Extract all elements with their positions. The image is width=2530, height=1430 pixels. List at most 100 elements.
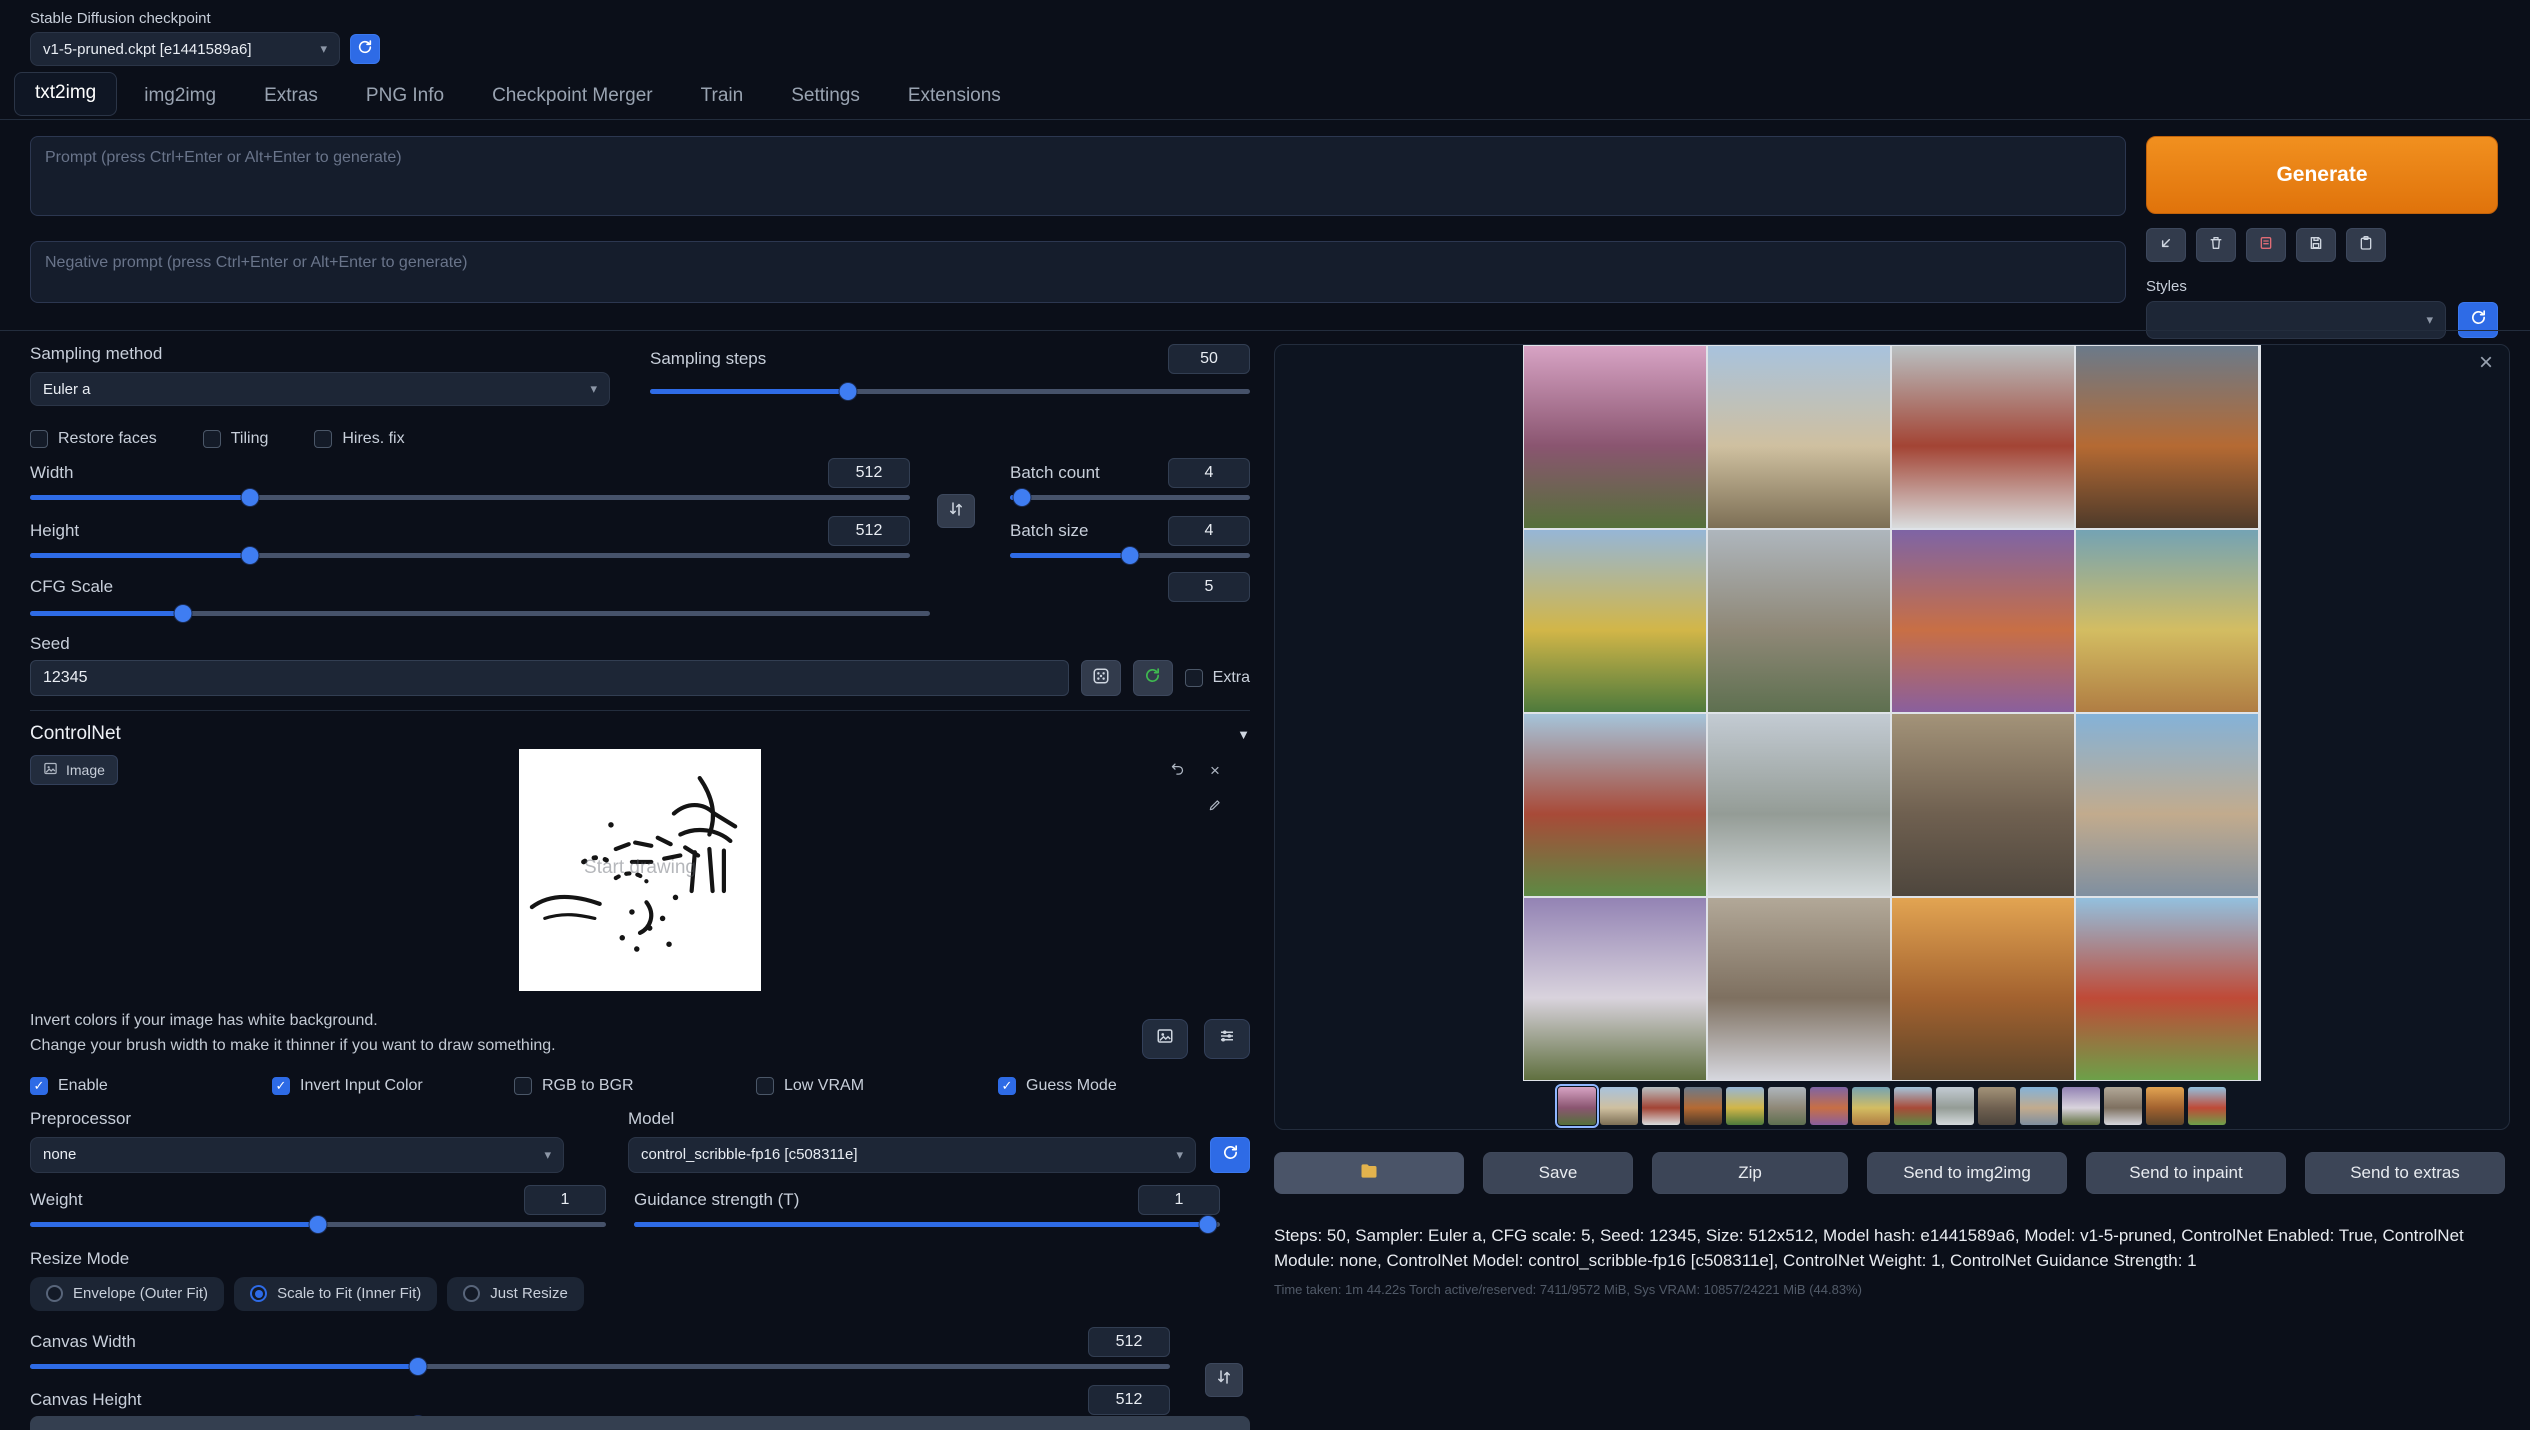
gallery-thumbnail[interactable]	[1642, 1087, 1680, 1125]
swap-canvas-dimensions-button[interactable]	[1205, 1363, 1243, 1397]
guess-mode-checkbox[interactable]: ✓ Guess Mode	[998, 1077, 1117, 1095]
generate-button[interactable]: Generate	[2146, 136, 2498, 214]
gallery-image[interactable]	[1708, 898, 1890, 1080]
tab-png-info[interactable]: PNG Info	[345, 75, 465, 119]
gallery-thumbnail[interactable]	[1852, 1087, 1890, 1125]
weight-slider[interactable]	[30, 1215, 606, 1233]
invert-input-color-checkbox[interactable]: ✓ Invert Input Color	[272, 1077, 514, 1095]
resize-option-just-resize[interactable]: Just Resize	[447, 1277, 584, 1311]
tab-extras[interactable]: Extras	[243, 75, 339, 119]
width-value[interactable]: 512	[828, 458, 910, 488]
send-to-extras-button[interactable]: Send to extras	[2305, 1152, 2505, 1194]
styles-dropdown[interactable]: ▾	[2146, 301, 2446, 339]
canvas-height-value[interactable]: 512	[1088, 1385, 1170, 1415]
read-params-button[interactable]	[2146, 228, 2186, 262]
canvas-width-value[interactable]: 512	[1088, 1327, 1170, 1357]
seed-extra-checkbox[interactable]: Extra	[1185, 669, 1250, 687]
refresh-styles-button[interactable]	[2458, 302, 2498, 338]
send-to-inpaint-button[interactable]: Send to inpaint	[2086, 1152, 2286, 1194]
gallery-image[interactable]	[1892, 530, 2074, 712]
checkpoint-dropdown[interactable]: v1-5-pruned.ckpt [e1441589a6] ▾	[30, 32, 340, 66]
weight-value[interactable]: 1	[524, 1185, 606, 1215]
gallery-thumbnail[interactable]	[1978, 1087, 2016, 1125]
batch-count-slider[interactable]	[1010, 488, 1250, 506]
gallery-thumbnail[interactable]	[2020, 1087, 2058, 1125]
brush-button[interactable]	[1202, 795, 1228, 819]
height-slider[interactable]	[30, 546, 910, 564]
save-style-button[interactable]	[2296, 228, 2336, 262]
random-seed-button[interactable]	[1081, 660, 1121, 696]
open-image-button[interactable]	[1142, 1019, 1188, 1059]
gallery-image[interactable]	[1708, 714, 1890, 896]
gallery-thumbnail[interactable]	[1894, 1087, 1932, 1125]
negative-prompt-input[interactable]	[30, 241, 2126, 303]
resize-option-scale-to-fit[interactable]: Scale to Fit (Inner Fit)	[234, 1277, 437, 1311]
style-card-button[interactable]	[2246, 228, 2286, 262]
rgb-to-bgr-checkbox[interactable]: RGB to BGR	[514, 1077, 756, 1095]
sampling-steps-slider[interactable]	[650, 382, 1250, 400]
refresh-models-button[interactable]	[1210, 1137, 1250, 1173]
controlnet-model-dropdown[interactable]: control_scribble-fp16 [c508311e] ▾	[628, 1137, 1196, 1173]
gallery-thumbnail[interactable]	[2146, 1087, 2184, 1125]
batch-size-slider[interactable]	[1010, 546, 1250, 564]
seed-input[interactable]	[30, 660, 1069, 696]
gallery-thumbnail[interactable]	[1600, 1087, 1638, 1125]
gallery-image[interactable]	[1708, 346, 1890, 528]
swap-width-height-button[interactable]	[937, 494, 975, 528]
width-slider[interactable]	[30, 488, 910, 506]
gallery-thumbnail[interactable]	[1558, 1087, 1596, 1125]
zip-button[interactable]: Zip	[1652, 1152, 1848, 1194]
apply-style-button[interactable]	[2346, 228, 2386, 262]
tab-txt2img[interactable]: txt2img	[14, 72, 117, 116]
gallery-thumbnail[interactable]	[1768, 1087, 1806, 1125]
tab-extensions[interactable]: Extensions	[887, 75, 1022, 119]
tab-checkpoint-merger[interactable]: Checkpoint Merger	[471, 75, 674, 119]
clear-prompt-button[interactable]	[2196, 228, 2236, 262]
cfg-scale-value[interactable]: 5	[1168, 572, 1250, 602]
undo-button[interactable]	[1164, 759, 1190, 783]
close-gallery-button[interactable]: ×	[2479, 349, 2493, 377]
open-output-folder-button[interactable]	[1274, 1152, 1464, 1194]
brush-settings-button[interactable]	[1204, 1019, 1250, 1059]
save-button[interactable]: Save	[1483, 1152, 1633, 1194]
send-to-img2img-button[interactable]: Send to img2img	[1867, 1152, 2067, 1194]
gallery-thumbnail[interactable]	[2188, 1087, 2226, 1125]
gallery-thumbnail[interactable]	[1936, 1087, 1974, 1125]
low-vram-checkbox[interactable]: Low VRAM	[756, 1077, 998, 1095]
guidance-strength-value[interactable]: 1	[1138, 1185, 1220, 1215]
guidance-strength-slider[interactable]	[634, 1215, 1220, 1233]
batch-size-value[interactable]: 4	[1168, 516, 1250, 546]
gallery-image[interactable]	[2076, 346, 2258, 528]
controlnet-accordion-header[interactable]: ControlNet ▼	[30, 723, 1250, 745]
tab-img2img[interactable]: img2img	[123, 75, 237, 119]
refresh-checkpoints-button[interactable]	[350, 34, 380, 64]
reuse-seed-button[interactable]	[1133, 660, 1173, 696]
collapsed-script-bar[interactable]	[30, 1416, 1250, 1430]
height-value[interactable]: 512	[828, 516, 910, 546]
gallery-image[interactable]	[1708, 530, 1890, 712]
batch-count-value[interactable]: 4	[1168, 458, 1250, 488]
gallery-image[interactable]	[2076, 898, 2258, 1080]
hires-fix-checkbox[interactable]: Hires. fix	[314, 430, 404, 448]
gallery-image[interactable]	[1524, 714, 1706, 896]
gallery-image[interactable]	[1524, 346, 1706, 528]
clear-image-button[interactable]: ×	[1202, 759, 1228, 783]
tiling-checkbox[interactable]: Tiling	[203, 430, 269, 448]
tab-train[interactable]: Train	[680, 75, 765, 119]
controlnet-image-tab[interactable]: Image	[30, 755, 118, 785]
gallery-image[interactable]	[2076, 714, 2258, 896]
cfg-scale-slider[interactable]	[30, 604, 930, 622]
gallery-thumbnail[interactable]	[1810, 1087, 1848, 1125]
gallery-thumbnail[interactable]	[2062, 1087, 2100, 1125]
restore-faces-checkbox[interactable]: Restore faces	[30, 430, 157, 448]
scribble-canvas[interactable]: Start drawing	[519, 749, 761, 991]
gallery-image[interactable]	[2076, 530, 2258, 712]
gallery-thumbnail[interactable]	[1726, 1087, 1764, 1125]
gallery-image[interactable]	[1892, 714, 2074, 896]
gallery-image[interactable]	[1892, 346, 2074, 528]
tab-settings[interactable]: Settings	[770, 75, 881, 119]
sampling-method-dropdown[interactable]: Euler a ▾	[30, 372, 610, 406]
sampling-steps-value[interactable]: 50	[1168, 344, 1250, 374]
gallery-thumbnail[interactable]	[2104, 1087, 2142, 1125]
gallery-thumbnail[interactable]	[1684, 1087, 1722, 1125]
